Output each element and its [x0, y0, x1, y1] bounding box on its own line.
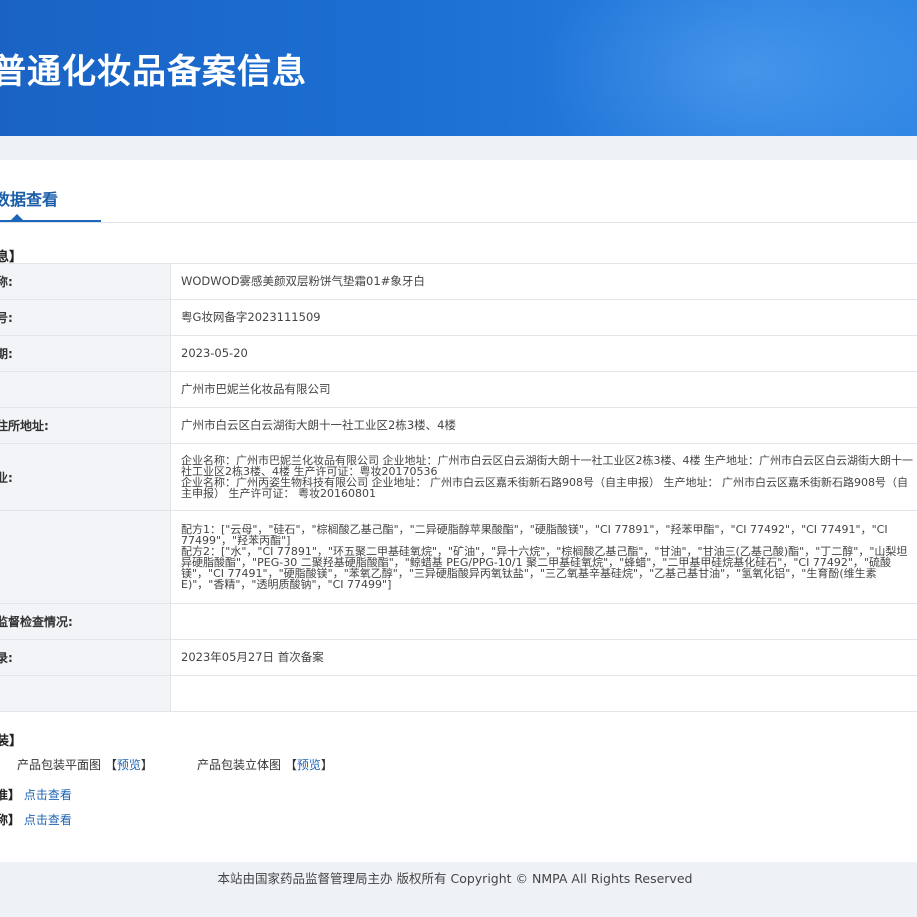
name-explain-row: 称】 点击查看	[0, 811, 72, 828]
registrant-value: 广州市巴妮兰化妆品有限公司	[170, 371, 917, 408]
row-label	[0, 510, 171, 604]
bracket-open: 【	[284, 758, 297, 772]
tab-bar: 数据查看	[0, 160, 917, 223]
banner-glow	[537, 0, 917, 136]
package-flat-preview-link[interactable]: 预览	[117, 758, 141, 772]
bracket-close: 】	[320, 758, 333, 772]
tab-data-view[interactable]: 数据查看	[0, 186, 58, 210]
header-banner: 普通化妆品备案信息	[0, 0, 917, 136]
row-label: 称:	[0, 263, 171, 300]
table-row: 号: 粤G妆网备字2023111509	[0, 299, 917, 336]
table-row: 广州市巴妮兰化妆品有限公司	[0, 371, 917, 408]
row-label: 住所地址:	[0, 407, 171, 444]
table-row: 监督检查情况:	[0, 603, 917, 640]
table-row: 业: 企业名称：广州市巴妮兰化妆品有限公司 企业地址：广州市白云区白云湖街大朗十…	[0, 443, 917, 511]
name-explain-view-link[interactable]: 点击查看	[24, 813, 72, 827]
row-label: 录:	[0, 639, 171, 676]
section-title-package: 装】	[0, 734, 23, 749]
standard-label: 准】	[0, 788, 21, 802]
table-row	[0, 675, 917, 712]
bracket-close: 】	[140, 758, 153, 772]
product-name-value: WODWOD雾感美颜双层粉饼气垫霜01#象牙白	[170, 263, 917, 300]
package-solid: 产品包装立体图 【预览】	[197, 756, 333, 773]
footer: 本站由国家药品监督管理局主办 版权所有 Copyright © NMPA All…	[0, 862, 917, 917]
bracket-open: 【	[104, 758, 117, 772]
package-solid-label: 产品包装立体图	[197, 758, 282, 772]
table-row: 配方1：["云母"，"硅石"，"棕榈酸乙基己酯"，"二异硬脂醇苹果酸酯"，"硬脂…	[0, 510, 917, 604]
table-row: 住所地址: 广州市白云区白云湖街大朗十一社工业区2栋3楼、4楼	[0, 407, 917, 444]
row-label: 号:	[0, 299, 171, 336]
name-explain-label: 称】	[0, 813, 21, 827]
row-label: 监督检查情况:	[0, 603, 171, 640]
page-title: 普通化妆品备案信息	[0, 52, 307, 92]
tab-active-underline	[0, 220, 101, 222]
change-record-value: 2023年05月27日 首次备案	[170, 639, 917, 676]
package-flat: 产品包装平面图 【预览】	[17, 756, 153, 773]
info-table: 称: WODWOD雾感美颜双层粉饼气垫霜01#象牙白 号: 粤G妆网备字2023…	[0, 263, 917, 712]
package-solid-preview-link[interactable]: 预览	[297, 758, 321, 772]
row-label	[0, 675, 171, 712]
header-spacer	[0, 136, 917, 160]
footer-copyright: 本站由国家药品监督管理局主办 版权所有 Copyright © NMPA All…	[217, 871, 693, 886]
inspection-value	[170, 603, 917, 640]
record-number-value: 粤G妆网备字2023111509	[170, 299, 917, 336]
table-row: 期: 2023-05-20	[0, 335, 917, 372]
standard-row: 准】 点击查看	[0, 786, 72, 803]
standard-view-link[interactable]: 点击查看	[24, 788, 72, 802]
row-label: 业:	[0, 443, 171, 511]
table-row: 录: 2023年05月27日 首次备案	[0, 639, 917, 676]
row-label: 期:	[0, 335, 171, 372]
table-row: 称: WODWOD雾感美颜双层粉饼气垫霜01#象牙白	[0, 263, 917, 300]
address-value: 广州市白云区白云湖街大朗十一社工业区2栋3楼、4楼	[170, 407, 917, 444]
formula-value: 配方1：["云母"，"硅石"，"棕榈酸乙基己酯"，"二异硬脂醇苹果酸酯"，"硬脂…	[170, 510, 917, 604]
manufacturer-value: 企业名称：广州市巴妮兰化妆品有限公司 企业地址：广州市白云区白云湖街大朗十一社工…	[170, 443, 917, 511]
package-flat-label: 产品包装平面图	[17, 758, 102, 772]
row-label	[0, 371, 171, 408]
record-date-value: 2023-05-20	[170, 335, 917, 372]
empty-value	[170, 675, 917, 712]
